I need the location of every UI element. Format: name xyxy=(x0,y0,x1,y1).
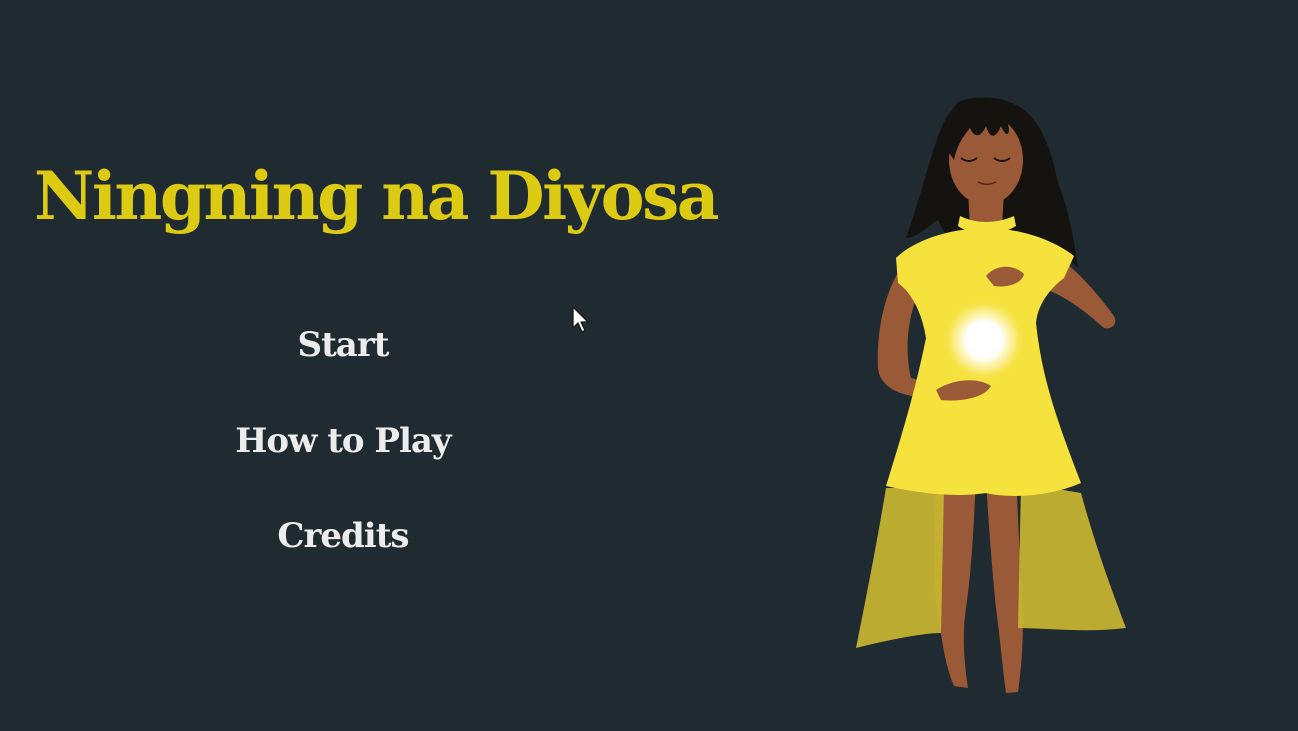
glowing-orb xyxy=(966,320,1002,356)
start-button[interactable]: Start xyxy=(143,322,543,368)
game-title: Ningning na Diyosa xyxy=(34,157,720,235)
credits-button[interactable]: Credits xyxy=(143,513,543,559)
main-menu-screen: Ningning na Diyosa Start How to Play Cre… xyxy=(0,0,1298,731)
right-leg xyxy=(986,473,1023,693)
how-to-play-button[interactable]: How to Play xyxy=(143,418,543,464)
mouse-pointer-icon xyxy=(572,306,589,333)
goddess-character-illustration xyxy=(856,97,1126,693)
